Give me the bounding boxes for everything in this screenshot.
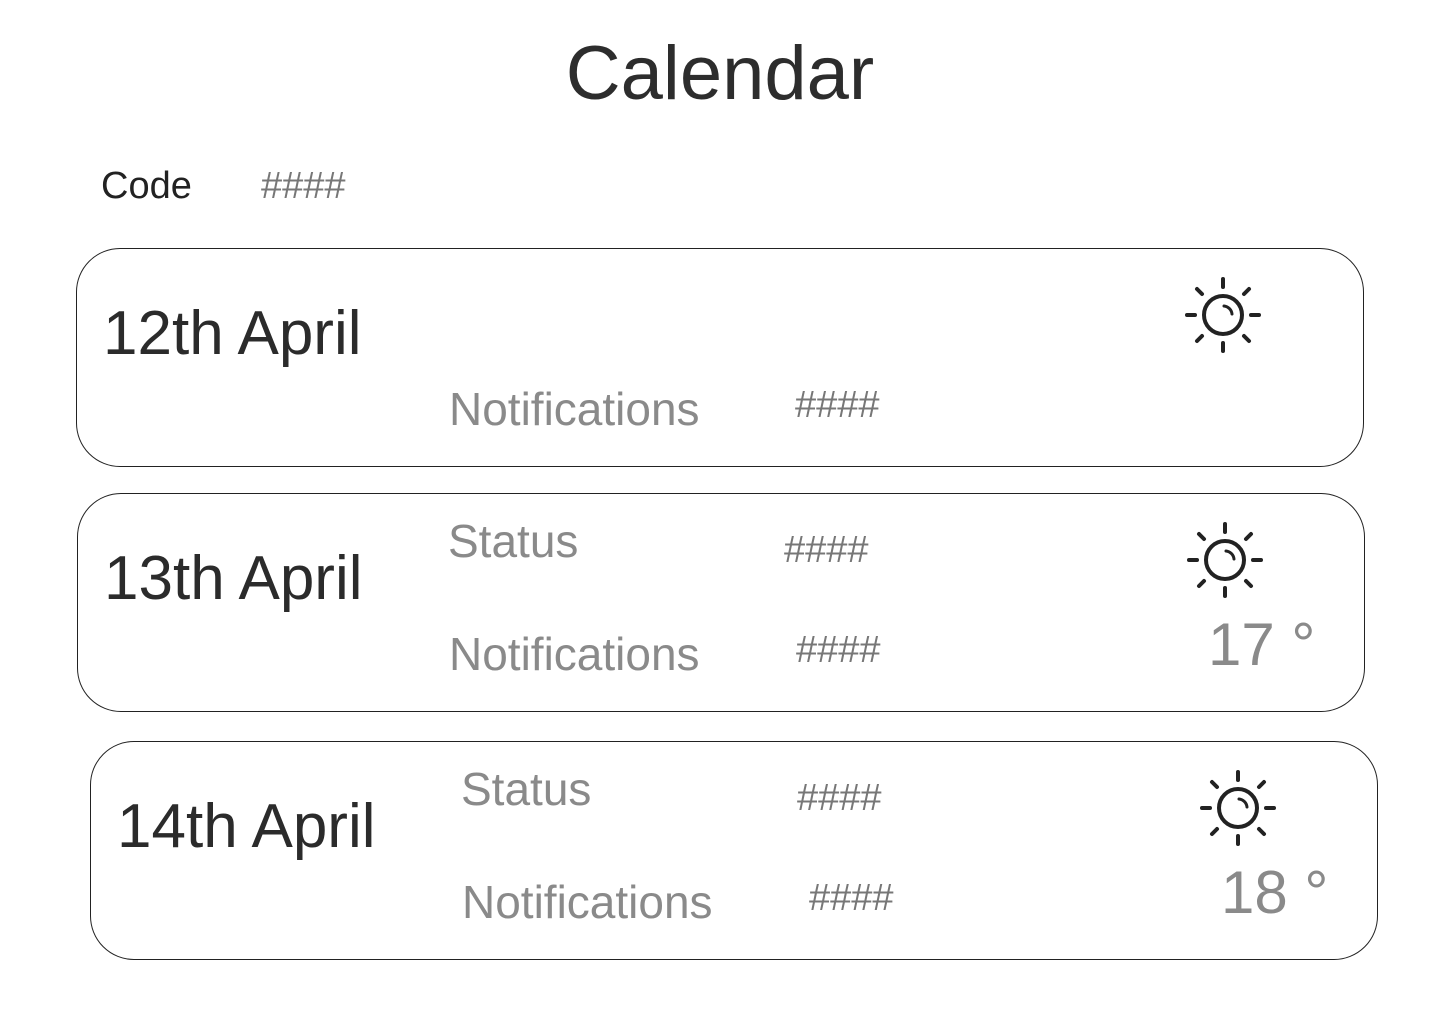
day-date: 13th April — [104, 544, 363, 613]
status-value: #### — [797, 777, 882, 819]
status-label: Status — [448, 515, 579, 567]
day-date: 12th April — [103, 299, 362, 368]
notifications-label: Notifications — [449, 383, 700, 435]
sun-icon — [1196, 766, 1280, 850]
temperature: 18 ° — [1221, 859, 1329, 926]
page-title: Calendar — [565, 31, 875, 116]
notifications-value: #### — [796, 629, 881, 671]
day-card-14th-april[interactable]: 14th April Status #### Notifications ###… — [90, 741, 1378, 960]
code-value: #### — [261, 165, 346, 207]
sun-icon — [1181, 273, 1265, 357]
status-value: #### — [784, 529, 869, 571]
notifications-label: Notifications — [462, 876, 713, 928]
code-label: Code — [101, 165, 192, 207]
notifications-value: #### — [795, 384, 880, 426]
day-date: 14th April — [117, 792, 376, 861]
temperature: 17 ° — [1208, 611, 1316, 678]
status-label: Status — [461, 763, 592, 815]
notifications-value: #### — [809, 877, 894, 919]
notifications-label: Notifications — [449, 628, 700, 680]
day-card-13th-april[interactable]: 13th April Status #### Notifications ###… — [77, 493, 1365, 712]
sun-icon — [1183, 518, 1267, 602]
day-card-12th-april[interactable]: 12th April Notifications #### — [76, 248, 1364, 467]
